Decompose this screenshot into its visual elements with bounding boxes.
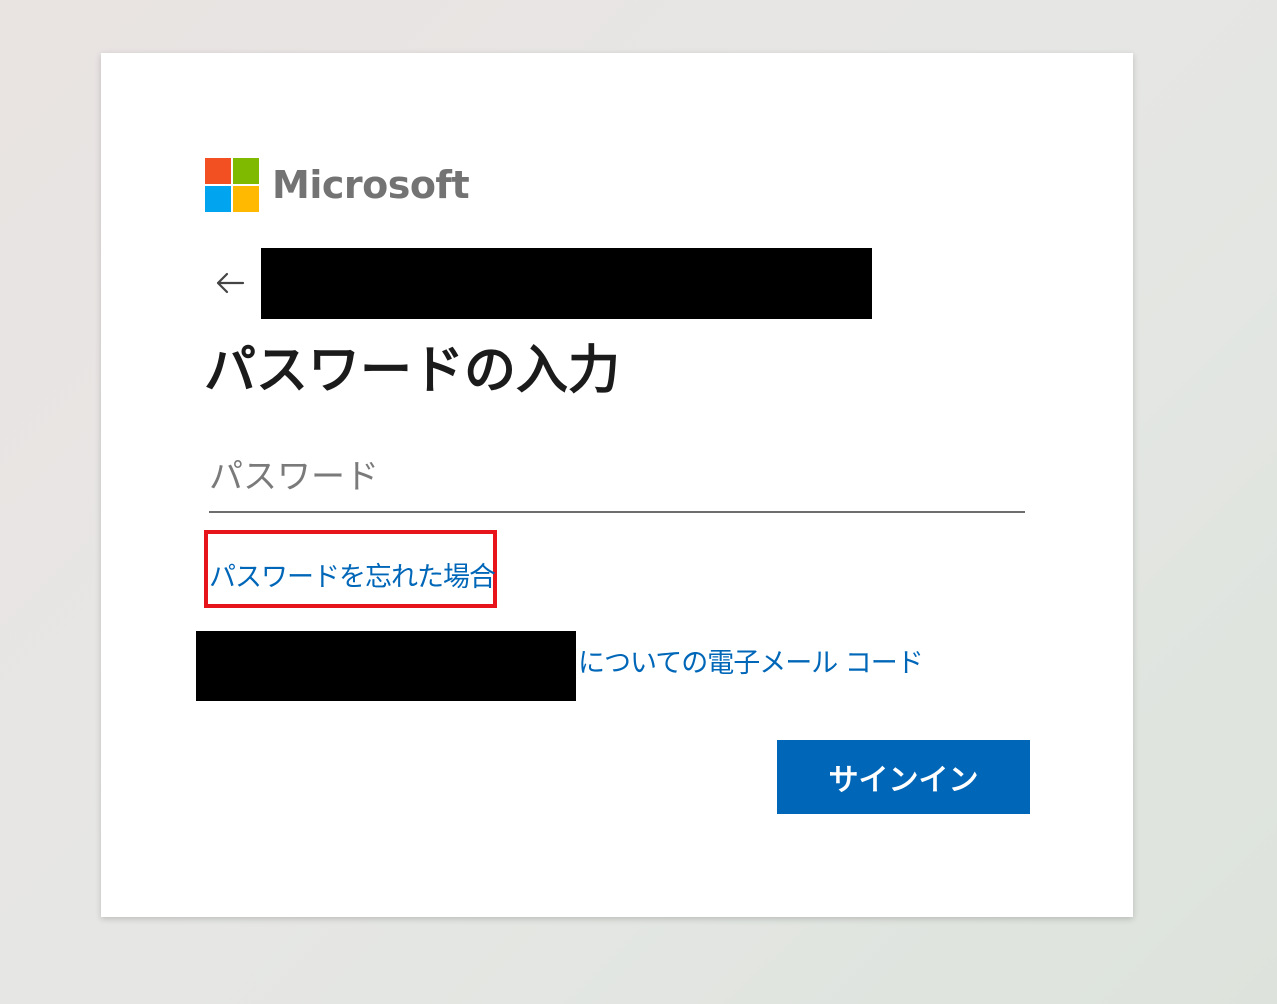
email-code-address-redacted: [196, 631, 576, 701]
logo-square-red: [205, 158, 231, 184]
logo-square-yellow: [233, 186, 259, 212]
logo-square-green: [233, 158, 259, 184]
microsoft-logo-grid-icon: [205, 158, 259, 212]
page-title: パスワードの入力: [204, 341, 621, 401]
signin-card: Microsoft パスワードの入力 パスワードを忘れた場合 についての電子メー…: [101, 53, 1133, 917]
email-code-link[interactable]: についての電子メール コード: [578, 641, 924, 680]
password-input[interactable]: [209, 443, 1025, 513]
account-row: [213, 248, 247, 318]
brand-name: Microsoft: [272, 163, 470, 207]
signin-button[interactable]: サインイン: [777, 740, 1030, 814]
back-arrow-icon[interactable]: [213, 266, 247, 300]
forgot-password-link[interactable]: パスワードを忘れた場合: [209, 555, 496, 594]
logo-square-blue: [205, 186, 231, 212]
account-identifier-redacted: [261, 248, 872, 319]
microsoft-logo: Microsoft: [205, 157, 470, 213]
